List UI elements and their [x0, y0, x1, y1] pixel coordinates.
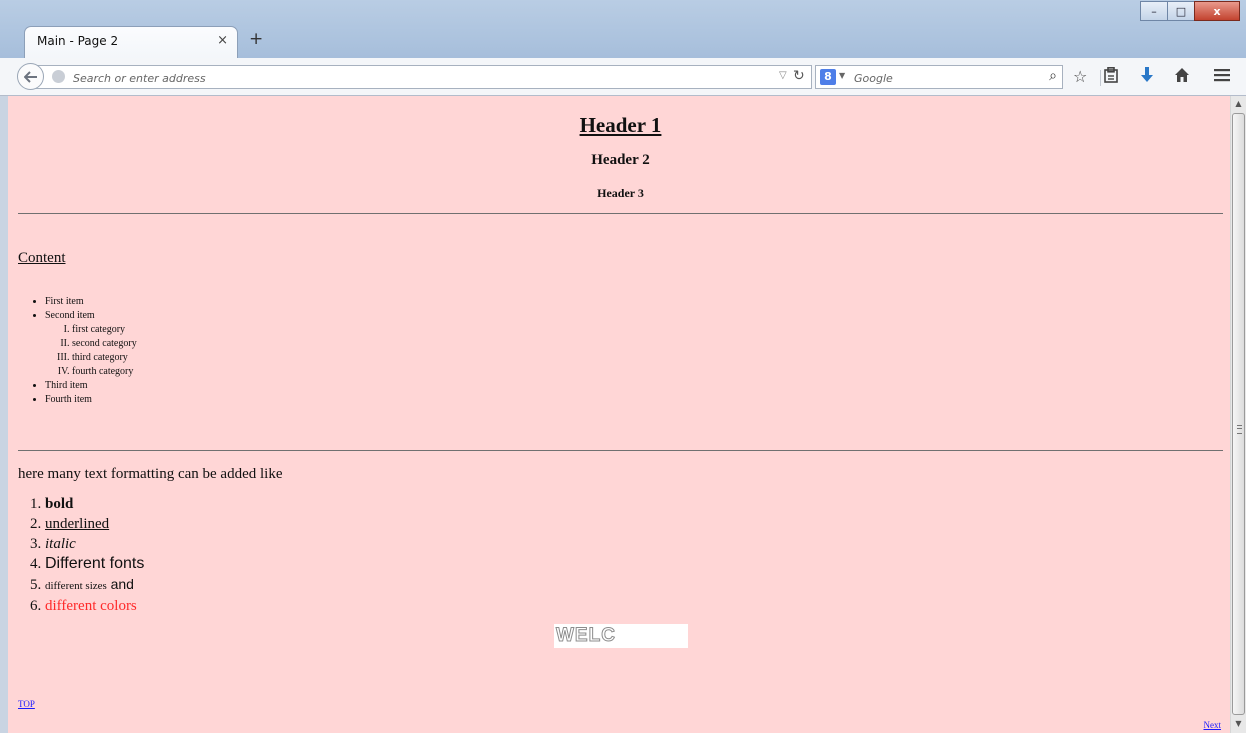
search-bar[interactable]: 8 ▼ ⌕: [815, 65, 1063, 89]
search-engine-icon[interactable]: 8: [820, 69, 836, 85]
list-item: Third item: [45, 379, 137, 393]
horizontal-rule: [18, 450, 1223, 451]
category-list: first category second category third cat…: [45, 323, 137, 379]
tab-title: Main - Page 2: [37, 34, 119, 48]
title-bar: Main - Page 2 × + – □ x: [0, 0, 1246, 58]
menu-icon[interactable]: [1214, 67, 1230, 87]
list-item: First item: [45, 295, 137, 309]
banner-text: WELC: [556, 625, 616, 646]
search-engine-dropdown-icon[interactable]: ▼: [839, 71, 845, 80]
category-item: fourth category: [72, 365, 137, 379]
header-2: Header 2: [591, 152, 650, 168]
globe-icon: [52, 70, 65, 83]
history-dropdown-icon[interactable]: ▽: [779, 70, 787, 81]
header-3: Header 3: [597, 186, 644, 200]
formatting-intro: here many text formatting can be added l…: [18, 466, 283, 482]
grip-icon: [1237, 425, 1242, 434]
list-item: underlined: [45, 514, 144, 534]
window-controls: – □ x: [1140, 1, 1240, 23]
item-list: First item Second item first category se…: [45, 295, 137, 407]
different-sizes-text: different sizes: [45, 580, 107, 592]
search-icon[interactable]: ⌕: [1049, 68, 1057, 84]
list-item: Different fonts: [45, 554, 144, 574]
back-button[interactable]: [17, 63, 44, 90]
formatting-list: bold underlined italic Different fonts d…: [45, 494, 144, 616]
close-tab-icon[interactable]: ×: [217, 33, 228, 48]
reload-icon[interactable]: ↻: [793, 68, 805, 84]
different-colors-text: different colors: [45, 598, 137, 614]
scroll-down-arrow-icon[interactable]: ▼: [1231, 716, 1246, 732]
navigation-toolbar: ▽ ↻ 8 ▼ ⌕ ☆: [0, 58, 1246, 96]
welcome-banner-image: WELC: [554, 624, 688, 648]
bold-text: bold: [45, 496, 74, 512]
close-window-button[interactable]: x: [1194, 1, 1240, 21]
underlined-text: underlined: [45, 516, 110, 532]
list-item: different colors: [45, 596, 144, 616]
home-icon[interactable]: [1174, 67, 1190, 88]
toolbar-separator: [1100, 70, 1101, 86]
maximize-button[interactable]: □: [1167, 1, 1195, 21]
list-item-label: Second item: [45, 310, 95, 321]
different-fonts-text: Different fonts: [45, 555, 145, 572]
address-bar[interactable]: ▽ ↻: [35, 65, 812, 89]
italic-text: italic: [45, 536, 76, 552]
tab-main-page-2[interactable]: Main - Page 2 ×: [24, 26, 238, 58]
top-link[interactable]: TOP: [18, 699, 35, 709]
category-item: third category: [72, 351, 137, 365]
and-text: and: [110, 576, 134, 592]
new-tab-button[interactable]: +: [249, 29, 263, 49]
vertical-scrollbar[interactable]: ▲ ▼: [1230, 96, 1246, 733]
scroll-up-arrow-icon[interactable]: ▲: [1231, 96, 1246, 112]
horizontal-rule: [18, 213, 1223, 214]
scrollbar-thumb[interactable]: [1232, 113, 1245, 715]
list-item: Second item first category second catego…: [45, 309, 137, 379]
header-1: Header 1: [579, 113, 662, 137]
download-icon[interactable]: [1140, 67, 1154, 88]
address-input[interactable]: [71, 68, 695, 88]
page-viewport: Header 1 Header 2 Header 3 Content First…: [0, 96, 1230, 733]
category-item: first category: [72, 323, 137, 337]
minimize-button[interactable]: –: [1140, 1, 1168, 21]
category-item: second category: [72, 337, 137, 351]
list-item: bold: [45, 494, 144, 514]
list-item: Fourth item: [45, 393, 137, 407]
content-link[interactable]: Content: [18, 250, 66, 267]
list-item: italic: [45, 534, 144, 554]
reading-list-icon[interactable]: [1104, 67, 1118, 88]
list-item: different sizes and: [45, 574, 144, 596]
back-icon: [23, 70, 37, 83]
bookmark-star-icon[interactable]: ☆: [1073, 67, 1087, 87]
next-link[interactable]: Next: [1204, 720, 1222, 730]
search-input[interactable]: [852, 68, 1036, 88]
